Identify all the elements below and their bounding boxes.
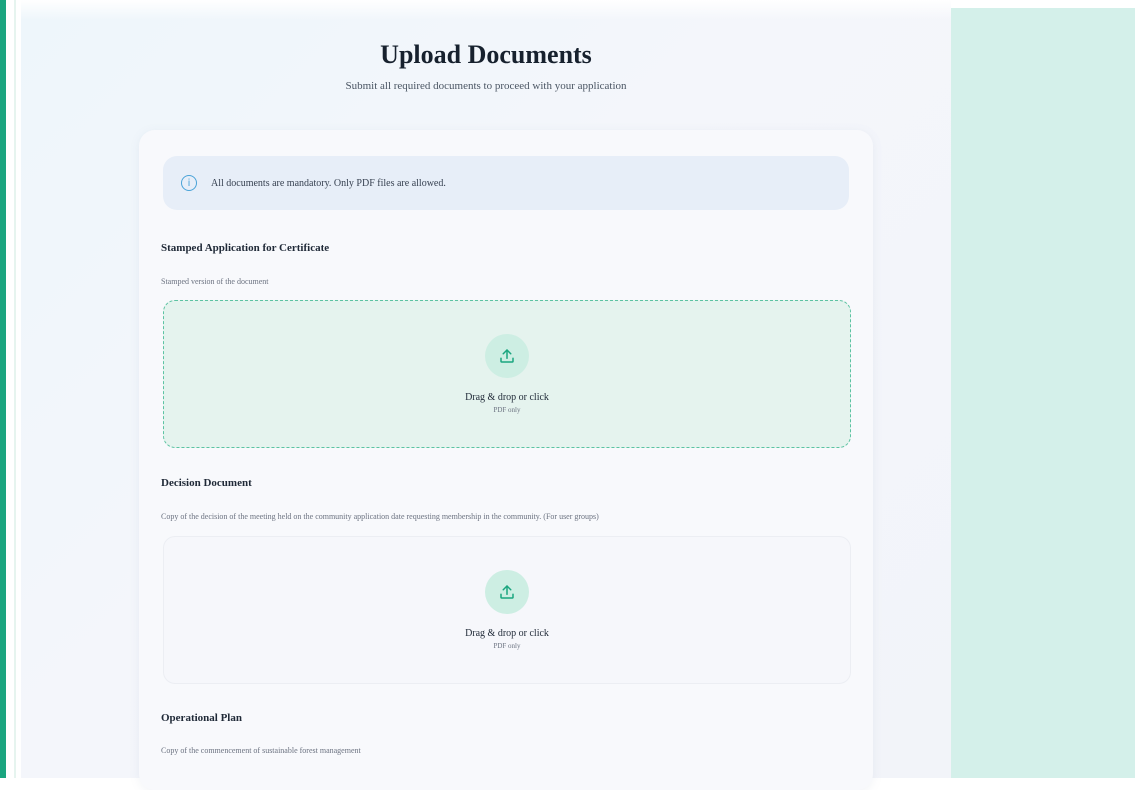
dropzone-stamped-application[interactable]: Drag & drop or click PDF only <box>163 300 851 448</box>
document-title: Operational Plan <box>161 712 242 724</box>
info-notice: i All documents are mandatory. Only PDF … <box>163 156 849 210</box>
dropzone-decision-document[interactable]: Drag & drop or click PDF only <box>163 536 851 684</box>
notice-text: All documents are mandatory. Only PDF fi… <box>211 177 446 189</box>
dropzone-label: Drag & drop or click <box>465 392 549 403</box>
upload-icon <box>485 570 529 614</box>
left-gap <box>6 0 14 778</box>
right-panel-top <box>951 0 1135 8</box>
right-side-panel <box>951 8 1135 778</box>
info-icon: i <box>181 175 197 191</box>
dropzone-label: Drag & drop or click <box>465 628 549 639</box>
document-title: Decision Document <box>161 477 252 489</box>
upload-card: i All documents are mandatory. Only PDF … <box>139 130 873 790</box>
document-description: Stamped version of the document <box>161 277 269 286</box>
upload-icon <box>485 334 529 378</box>
main-content: Upload Documents Submit all required doc… <box>21 0 951 790</box>
document-title: Stamped Application for Certificate <box>161 242 330 254</box>
left-divider <box>14 0 16 778</box>
document-description: Copy of the commencement of sustainable … <box>161 746 361 755</box>
dropzone-sublabel: PDF only <box>493 642 521 650</box>
document-description: Copy of the decision of the meeting held… <box>161 512 599 521</box>
page-subtitle: Submit all required documents to proceed… <box>345 80 627 92</box>
dropzone-sublabel: PDF only <box>493 406 521 414</box>
page-title: Upload Documents <box>380 40 592 69</box>
top-fade <box>21 0 951 20</box>
